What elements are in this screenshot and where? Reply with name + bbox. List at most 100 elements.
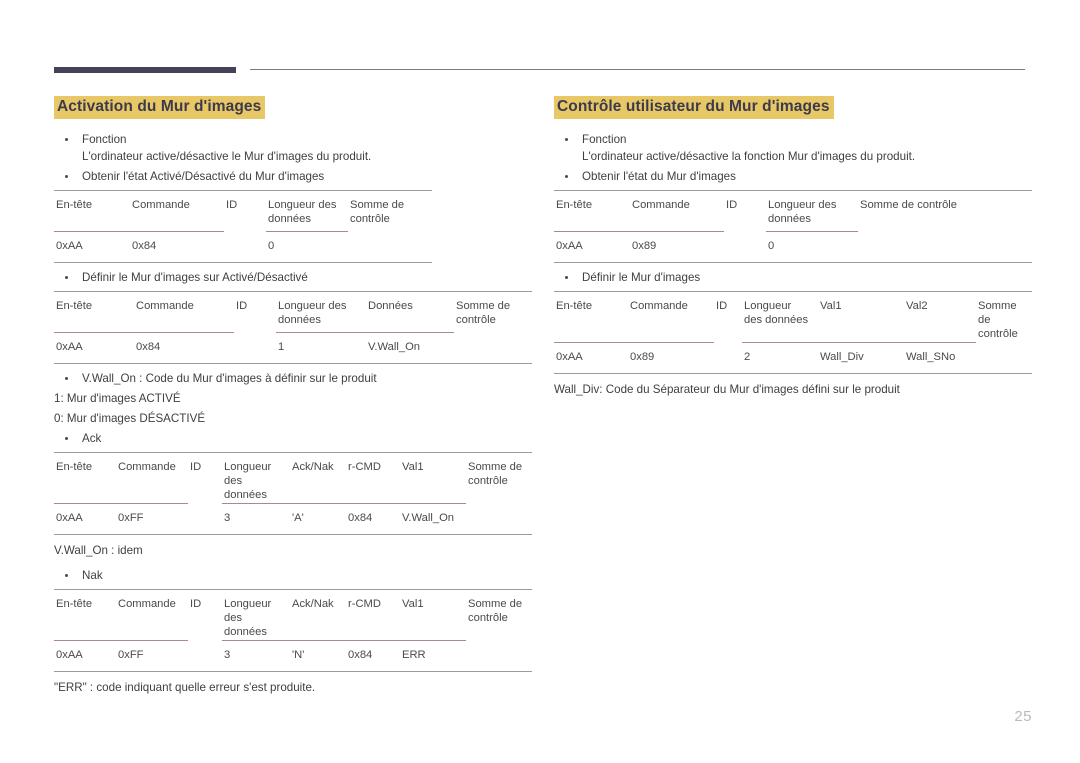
- cell-longueur: 0: [266, 230, 348, 263]
- cell-acknak: 'A': [290, 502, 346, 535]
- col-header-longueur: Longueur des données: [742, 290, 818, 343]
- cell-id: [224, 231, 266, 262]
- bullet-get-state-left: Obtenir l'état Activé/Désactivé du Mur d…: [54, 168, 532, 185]
- cell-val1: Wall_Div: [818, 341, 904, 374]
- col-header-commande: Commande: [134, 290, 234, 333]
- table-header-row: En-tête Commande ID Longueur des données…: [54, 290, 532, 333]
- header-thin-rule: [250, 69, 1025, 70]
- cell-somme: [466, 503, 532, 534]
- col-header-entete: En-tête: [54, 290, 134, 333]
- cell-id: [188, 503, 222, 534]
- table-row: 0xAA 0x89 0: [554, 230, 1032, 263]
- col-header-id: ID: [714, 290, 742, 343]
- cell-commande: 0x89: [628, 341, 714, 374]
- col-header-entete: En-tête: [54, 588, 116, 641]
- table-header-row: En-tête Commande ID Longueur des données…: [554, 189, 1032, 232]
- col-header-val2: Val2: [904, 290, 976, 343]
- cell-entete: 0xAA: [54, 230, 130, 263]
- table-header-row: En-tête Commande ID Longueur des données…: [54, 189, 432, 232]
- table-header-row: En-tête Commande ID Longueur des données…: [54, 588, 532, 641]
- bullet-fonction-label-right: Fonction: [582, 132, 627, 146]
- col-header-val1: Val1: [400, 451, 466, 504]
- table-get-wall-user: En-tête Commande ID Longueur des données…: [554, 189, 1032, 263]
- col-header-commande: Commande: [130, 189, 224, 232]
- cell-val2: Wall_SNo: [904, 341, 976, 374]
- table-row: 0xAA 0x84 0: [54, 230, 432, 263]
- bullet-get-state-right: Obtenir l'état du Mur d'images: [554, 168, 1032, 185]
- line-idem: V.Wall_On : idem: [54, 543, 143, 557]
- bullet-set-state-right: Définir le Mur d'images: [554, 269, 1032, 286]
- cell-somme: [466, 640, 532, 671]
- col-header-commande: Commande: [116, 588, 188, 641]
- col-header-somme: Somme de contrôle: [454, 290, 532, 333]
- cell-longueur: 3: [222, 639, 290, 672]
- page-title-left: Activation du Mur d'images: [54, 96, 266, 119]
- col-header-entete: En-tête: [54, 451, 116, 504]
- col-header-id: ID: [724, 189, 766, 232]
- col-header-id: ID: [234, 290, 276, 333]
- cell-commande: 0x84: [130, 230, 224, 263]
- col-header-id: ID: [188, 451, 222, 504]
- col-header-somme: Somme de contrôle: [466, 588, 532, 641]
- right-column: Contrôle utilisateur du Mur d'images Fon…: [554, 96, 1032, 398]
- cell-id: [188, 640, 222, 671]
- col-header-rcmd: r-CMD: [346, 588, 400, 641]
- line-err: "ERR" : code indiquant quelle erreur s'e…: [54, 680, 316, 694]
- bullet-fonction-text-right: L'ordinateur active/désactive la fonctio…: [582, 149, 916, 163]
- col-header-commande: Commande: [630, 189, 724, 232]
- cell-acknak: 'N': [290, 639, 346, 672]
- col-header-somme: Somme de contrôle: [348, 189, 432, 232]
- table-header-row: En-tête Commande ID Longueur des données…: [54, 451, 532, 504]
- page-title-right: Contrôle utilisateur du Mur d'images: [554, 96, 834, 119]
- col-header-entete: En-tête: [554, 189, 630, 232]
- cell-entete: 0xAA: [54, 331, 134, 364]
- col-header-longueur: Longueur des données: [222, 451, 290, 504]
- cell-somme: [454, 332, 532, 363]
- header-accent-bar: [54, 67, 236, 73]
- table-ack: En-tête Commande ID Longueur des données…: [54, 451, 532, 535]
- col-header-donnees: Données: [366, 290, 454, 333]
- cell-longueur: 0: [766, 230, 858, 263]
- cell-rcmd: 0x84: [346, 639, 400, 672]
- bullet-fonction-left: Fonction L'ordinateur active/désactive l…: [54, 131, 532, 165]
- cell-somme: [858, 231, 1032, 262]
- cell-val1: V.Wall_On: [400, 502, 466, 535]
- table-set-wall-user: En-tête Commande ID Longueur des données…: [554, 290, 1032, 374]
- cell-entete: 0xAA: [54, 502, 116, 535]
- col-header-acknak: Ack/Nak: [290, 451, 346, 504]
- col-header-somme: Somme de contrôle: [858, 189, 1032, 232]
- left-column: Activation du Mur d'images Fonction L'or…: [54, 96, 532, 696]
- col-header-rcmd: r-CMD: [346, 451, 400, 504]
- col-header-entete: En-tête: [554, 290, 628, 343]
- cell-somme: [348, 231, 432, 262]
- col-header-entete: En-tête: [54, 189, 130, 232]
- cell-commande: 0x89: [630, 230, 724, 263]
- cell-longueur: 3: [222, 502, 290, 535]
- table-row: 0xAA 0x89 2 Wall_Div Wall_SNo: [554, 341, 1032, 374]
- table-get-wall-on: En-tête Commande ID Longueur des données…: [54, 189, 432, 263]
- bullet-set-state-left: Définir le Mur d'images sur Activé/Désac…: [54, 269, 532, 286]
- page-number: 25: [1014, 708, 1032, 725]
- col-header-longueur: Longueur des données: [266, 189, 348, 232]
- line-wall-off: 0: Mur d'images DÉSACTIVÉ: [54, 411, 206, 425]
- cell-entete: 0xAA: [54, 639, 116, 672]
- cell-commande: 0xFF: [116, 639, 188, 672]
- cell-entete: 0xAA: [554, 230, 630, 263]
- cell-id: [714, 342, 742, 373]
- cell-donnees: V.Wall_On: [366, 331, 454, 364]
- col-header-commande: Commande: [116, 451, 188, 504]
- line-wall-div: Wall_Div: Code du Séparateur du Mur d'im…: [554, 382, 900, 396]
- table-bottom-rule: [554, 262, 1032, 263]
- bullet-ack-left: Ack: [54, 430, 532, 447]
- col-header-id: ID: [224, 189, 266, 232]
- cell-longueur: 1: [276, 331, 366, 364]
- col-header-commande: Commande: [628, 290, 714, 343]
- col-header-val1: Val1: [818, 290, 904, 343]
- col-header-somme: Somme de contrôle: [466, 451, 532, 504]
- cell-somme: [976, 342, 1032, 373]
- col-header-longueur: Longueur des données: [222, 588, 290, 641]
- table-bottom-rule: [554, 373, 1032, 374]
- col-header-somme: Somme de contrôle: [976, 290, 1032, 343]
- cell-val1: ERR: [400, 639, 466, 672]
- cell-id: [724, 231, 766, 262]
